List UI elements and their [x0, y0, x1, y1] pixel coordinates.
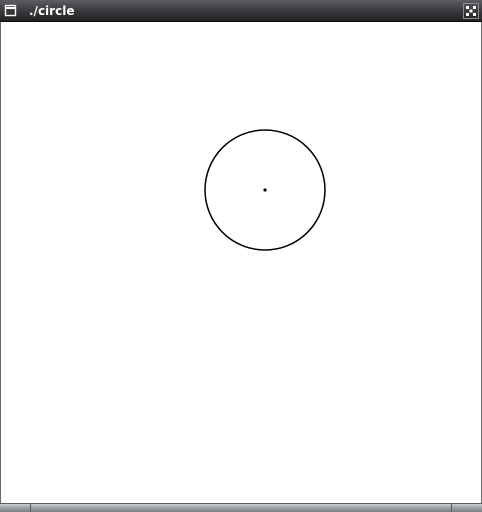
resize-grip-right[interactable] — [451, 504, 452, 512]
window-title: ./circle — [29, 4, 75, 18]
window-bottom-border[interactable] — [0, 503, 482, 512]
drawing-canvas[interactable] — [0, 22, 482, 503]
center-dot — [263, 188, 267, 192]
maximize-icon[interactable] — [463, 3, 479, 19]
window-menu-icon[interactable] — [3, 3, 18, 18]
title-bar[interactable]: ./circle — [0, 0, 482, 22]
canvas-svg — [204, 129, 326, 251]
app-window: ./circle — [0, 0, 482, 512]
resize-grip-left[interactable] — [30, 504, 31, 512]
